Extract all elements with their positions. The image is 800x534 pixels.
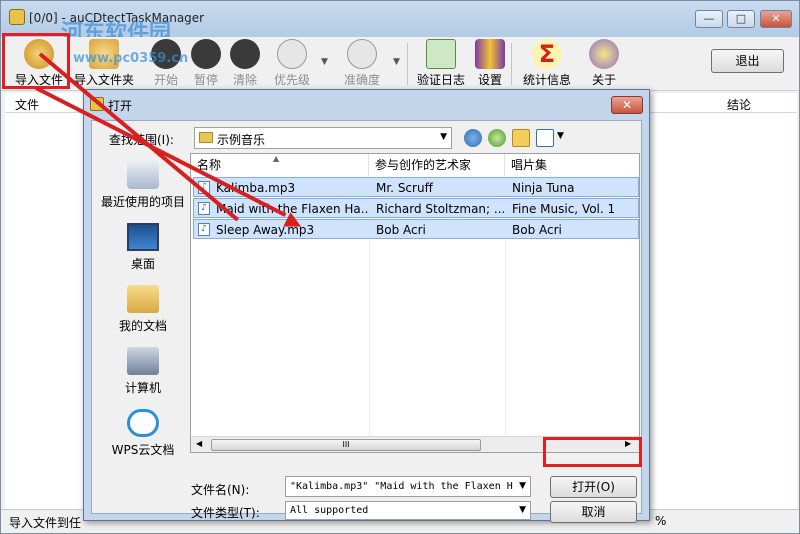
pause-button[interactable]: 暂停 [189,39,223,89]
maximize-button[interactable]: □ [727,10,755,28]
computer-icon [127,347,159,375]
stop-icon [230,39,260,69]
accuracy-dropdown-icon[interactable]: ▼ [393,57,400,67]
filename-value: "Kalimba.mp3" "Maid with the Flaxen H [290,481,513,492]
toolbar-separator [407,43,408,85]
clear-button[interactable]: 清除 [228,39,262,89]
pause-icon [191,39,221,69]
status-progress-text: % [655,514,667,528]
magnifier-icon [589,39,619,69]
settings-button[interactable]: 设置 [475,39,505,89]
verify-log-label: 验证日志 [416,73,465,87]
chevron-down-icon: ▼ [519,505,526,515]
folder-icon [199,132,213,143]
filename-label: 文件名(N): [191,483,250,497]
file-artist: Richard Stoltzman; ... [376,202,506,216]
place-desktop[interactable]: 桌面 [97,223,189,272]
cloud-icon [127,409,159,437]
look-in-combo[interactable]: 示例音乐 ▼ [194,127,452,149]
up-folder-icon[interactable] [488,129,506,147]
about-label: 关于 [591,73,616,87]
file-artist: Bob Acri [376,223,426,237]
places-bar: 最近使用的项目 桌面 我的文档 计算机 WPS云文档 [97,153,189,509]
close-button[interactable]: ✕ [760,10,792,28]
priority-label: 优先级 [273,73,310,87]
column-divider [505,240,506,436]
recent-items-icon [127,161,159,189]
column-file[interactable]: 文件 [15,96,39,113]
file-album: Ninja Tuna [512,181,575,195]
microscope-icon [347,39,377,69]
stats-button[interactable]: Σ 统计信息 [519,39,575,89]
highlight-open-button [543,437,642,467]
accuracy-label: 准确度 [343,73,380,87]
place-computer-label: 计算机 [124,381,161,395]
filetype-label: 文件类型(T): [191,506,260,520]
new-folder-icon[interactable] [512,129,530,147]
filetype-select[interactable]: All supported ▼ [285,501,531,520]
scroll-left-icon[interactable]: ◀ [196,439,202,448]
place-documents[interactable]: 我的文档 [97,285,189,334]
place-documents-label: 我的文档 [118,319,167,333]
filetype-value: All supported [290,505,369,516]
cancel-button[interactable]: 取消 [550,501,637,523]
tuning-fork-icon [475,39,505,69]
highlight-import-file [2,33,70,89]
chevron-down-icon: ▼ [519,481,526,491]
dialog-close-button[interactable]: ✕ [611,96,643,114]
place-wps-cloud[interactable]: WPS云文档 [97,409,189,458]
minimize-button[interactable]: — [695,10,723,28]
desktop-icon [127,223,159,251]
column-album[interactable]: 唱片集 [505,154,639,176]
column-artist[interactable]: 参与创作的艺术家 [369,154,505,176]
view-dropdown-icon[interactable]: ▼ [557,131,564,141]
sigma-icon: Σ [532,39,562,69]
audio-file-icon: ♪ [198,202,210,215]
file-artist: Mr. Scruff [376,181,433,195]
file-name: Kalimba.mp3 [216,181,296,195]
stats-label: 统计信息 [522,73,571,87]
about-button[interactable]: 关于 [587,39,621,89]
sort-up-icon: ▲ [273,154,280,163]
toolbar-separator [511,43,512,85]
chevron-down-icon: ▼ [440,132,447,142]
walking-person-icon [277,39,307,69]
file-album: Bob Acri [512,223,562,237]
open-button[interactable]: 打开(O) [550,476,637,498]
documents-folder-icon [127,285,159,313]
column-artist-label: 参与创作的艺术家 [375,158,472,172]
pause-label: 暂停 [193,73,218,87]
back-icon[interactable] [464,129,482,147]
file-row[interactable]: ♪ Kalimba.mp3 Mr. Scruff Ninja Tuna [193,177,639,197]
filename-input[interactable]: "Kalimba.mp3" "Maid with the Flaxen H ▼ [285,476,531,497]
certificate-icon [426,39,456,69]
scrollbar-thumb[interactable]: III [211,439,481,451]
verify-log-button[interactable]: 验证日志 [413,39,469,89]
priority-button[interactable]: 优先级 [271,39,313,89]
place-desktop-label: 桌面 [130,257,155,271]
place-computer[interactable]: 计算机 [97,347,189,396]
exit-button[interactable]: 退出 [711,49,784,73]
column-result[interactable]: 结论 [727,96,751,113]
start-label: 开始 [153,73,178,87]
view-menu-icon[interactable] [536,129,554,147]
status-text: 导入文件到任 [9,516,82,530]
settings-label: 设置 [477,73,502,87]
accuracy-button[interactable]: 准确度 [341,39,383,89]
audio-file-icon: ♪ [198,223,210,236]
column-divider [369,240,370,436]
clear-label: 清除 [232,73,257,87]
priority-dropdown-icon[interactable]: ▼ [321,57,328,67]
look-in-value: 示例音乐 [217,133,266,147]
file-row[interactable]: ♪ Sleep Away.mp3 Bob Acri Bob Acri [193,219,639,239]
title-bar: [0/0] - auCDtectTaskManager 河东软件园 — □ ✕ [1,1,799,46]
watermark-url: www.pc0359.cn [73,51,189,66]
file-album: Fine Music, Vol. 1 [512,202,616,216]
app-icon [9,9,25,25]
column-name[interactable]: 名称 ▲ [191,154,369,176]
column-album-label: 唱片集 [511,158,548,172]
place-wps-cloud-label: WPS云文档 [111,443,175,457]
place-recent-label: 最近使用的项目 [100,195,185,209]
